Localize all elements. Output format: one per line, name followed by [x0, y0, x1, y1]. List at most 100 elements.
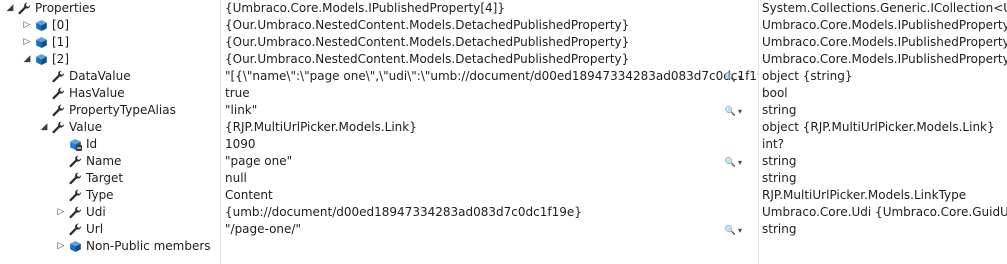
watch-row[interactable]: ▷ Non-Public members [0, 238, 1007, 255]
rows-container: ◢ Properties {Umbraco.Core.Models.IPublish… [0, 0, 1007, 255]
expand-arrow-icon[interactable]: ▷ [55, 204, 67, 221]
name-cell: DataValue [0, 68, 220, 85]
object-cube-icon [35, 19, 48, 32]
row-name-label: [1] [52, 35, 69, 49]
row-name-label: [0] [52, 18, 69, 32]
watch-row[interactable]: Name "page one" 🔍 ▾ string [0, 153, 1007, 170]
watch-row[interactable]: ◢ Value {RJP.MultiUrlPicker.Models.Link} ob… [0, 119, 1007, 136]
value-cell[interactable] [221, 238, 758, 255]
type-cell: object {string} [762, 69, 853, 83]
field-blue-icon [69, 138, 82, 151]
magnifier-icon: 🔍 [724, 158, 736, 168]
type-cell: string [762, 222, 797, 236]
name-cell: ◢ Properties [0, 0, 220, 17]
row-name-label: Id [86, 137, 98, 151]
expand-arrow-icon[interactable]: ▷ [55, 238, 67, 255]
watch-row[interactable]: ▷ [1] {Our.Umbraco.NestedContent.Models.De… [0, 34, 1007, 51]
wrench-icon [52, 70, 65, 83]
value-cell[interactable]: {Our.Umbraco.NestedContent.Models.Detach… [221, 51, 758, 68]
value-cell[interactable]: true [221, 85, 758, 102]
name-cell: Type [0, 187, 220, 204]
row-value-text: {Our.Umbraco.NestedContent.Models.Detach… [225, 35, 630, 49]
type-cell: Umbraco.Core.Models.IPublishedProperty {… [762, 35, 1007, 49]
chevron-down-icon: ▾ [737, 226, 742, 235]
row-name-label: Udi [86, 205, 106, 219]
expand-arrow-icon[interactable]: ▷ [21, 17, 33, 34]
type-cell: System.Collections.Generic.ICollection<U… [762, 1, 1007, 15]
row-name-label: Name [86, 154, 122, 168]
value-cell[interactable]: {Umbraco.Core.Models.IPublishedProperty[… [221, 0, 758, 17]
visualizer-button[interactable]: 🔍 ▾ [725, 221, 742, 238]
type-cell: bool [762, 86, 788, 100]
name-cell: HasValue [0, 85, 220, 102]
row-value-text: Content [225, 188, 273, 202]
type-cell: string [762, 171, 797, 185]
collapse-arrow-icon[interactable]: ◢ [38, 119, 50, 136]
type-cell [759, 238, 1007, 255]
row-value-text: {Umbraco.Core.Models.IPublishedProperty[… [225, 1, 505, 15]
object-cube-icon [35, 36, 48, 49]
collapse-arrow-icon[interactable]: ◢ [4, 0, 16, 17]
chevron-down-icon: ▾ [737, 158, 742, 167]
visualizer-button[interactable]: 🔍 ▾ [725, 102, 742, 119]
row-value-text: true [225, 86, 250, 100]
watch-row[interactable]: Target null string [0, 170, 1007, 187]
name-cell: ▷ [0] [0, 17, 220, 34]
type-cell: Umbraco.Core.Models.IPublishedProperty {… [762, 52, 1007, 66]
chevron-down-icon: ▾ [737, 73, 742, 82]
row-name-label: Non-Public members [86, 239, 211, 253]
wrench-icon [52, 104, 65, 117]
watch-row[interactable]: HasValue true bool [0, 85, 1007, 102]
value-cell[interactable]: "page one" 🔍 ▾ [221, 153, 758, 170]
visualizer-button[interactable]: 🔍 ▾ [725, 153, 742, 170]
visualizer-button[interactable]: 🔍 ▾ [725, 68, 742, 85]
row-value-text: {umb://document/d00ed18947334283ad083d7c… [225, 205, 582, 219]
row-name-label: Properties [35, 1, 96, 15]
name-cell: ▷ [1] [0, 34, 220, 51]
magnifier-icon: 🔍 [724, 73, 736, 83]
type-cell: Umbraco.Core.Udi {Umbraco.Core.GuidUdi} [762, 205, 1007, 219]
value-cell[interactable]: "[{\"name\":\"page one\",\"udi\":\"umb:/… [221, 68, 758, 85]
value-cell[interactable]: 1090 [221, 136, 758, 153]
watch-row[interactable]: Url "/page-one/" 🔍 ▾ string [0, 221, 1007, 238]
value-cell[interactable]: "link" 🔍 ▾ [221, 102, 758, 119]
watch-row[interactable]: Id 1090 int? [0, 136, 1007, 153]
row-name-label: [2] [52, 52, 69, 66]
type-cell: string [762, 103, 797, 117]
chevron-down-icon: ▾ [737, 107, 742, 116]
object-cube-icon [69, 240, 82, 253]
type-cell: int? [762, 137, 785, 151]
watch-row[interactable]: ▷ [0] {Our.Umbraco.NestedContent.Models.De… [0, 17, 1007, 34]
watch-row[interactable]: DataValue "[{\"name\":\"page one\",\"udi\… [0, 68, 1007, 85]
watch-row[interactable]: PropertyTypeAlias "link" 🔍 ▾ string [0, 102, 1007, 119]
expand-arrow-icon[interactable]: ▷ [21, 34, 33, 51]
magnifier-icon: 🔍 [724, 107, 736, 117]
magnifier-icon: 🔍 [724, 226, 736, 236]
name-cell: ◢ Value [0, 119, 220, 136]
name-cell: PropertyTypeAlias [0, 102, 220, 119]
watch-row[interactable]: ◢ Properties {Umbraco.Core.Models.IPublish… [0, 0, 1007, 17]
row-name-label: Value [69, 120, 102, 134]
value-cell[interactable]: {Our.Umbraco.NestedContent.Models.Detach… [221, 34, 758, 51]
watch-row[interactable]: ▷ Udi {umb://document/d00ed18947334283ad08… [0, 204, 1007, 221]
row-value-text: "page one" [225, 154, 293, 168]
type-cell: string [762, 154, 797, 168]
watch-row[interactable]: Type Content RJP.MultiUrlPicker.Models.Lin… [0, 187, 1007, 204]
collapse-arrow-icon[interactable]: ◢ [21, 51, 33, 68]
value-cell[interactable]: null [221, 170, 758, 187]
value-cell[interactable]: "/page-one/" 🔍 ▾ [221, 221, 758, 238]
name-cell: ▷ Udi [0, 204, 220, 221]
value-cell[interactable]: {RJP.MultiUrlPicker.Models.Link} [221, 119, 758, 136]
value-cell[interactable]: {Our.Umbraco.NestedContent.Models.Detach… [221, 17, 758, 34]
name-cell: Id [0, 136, 220, 153]
wrench-icon [69, 189, 82, 202]
name-cell: ▷ Non-Public members [0, 238, 220, 255]
value-cell[interactable]: Content [221, 187, 758, 204]
wrench-icon [18, 2, 31, 15]
wrench-icon [52, 87, 65, 100]
watch-row[interactable]: ◢ [2] {Our.Umbraco.NestedContent.Models.De… [0, 51, 1007, 68]
object-cube-icon [35, 53, 48, 66]
value-cell[interactable]: {umb://document/d00ed18947334283ad083d7c… [221, 204, 758, 221]
row-name-label: Type [86, 188, 114, 202]
type-cell: Umbraco.Core.Models.IPublishedProperty {… [762, 18, 1007, 32]
